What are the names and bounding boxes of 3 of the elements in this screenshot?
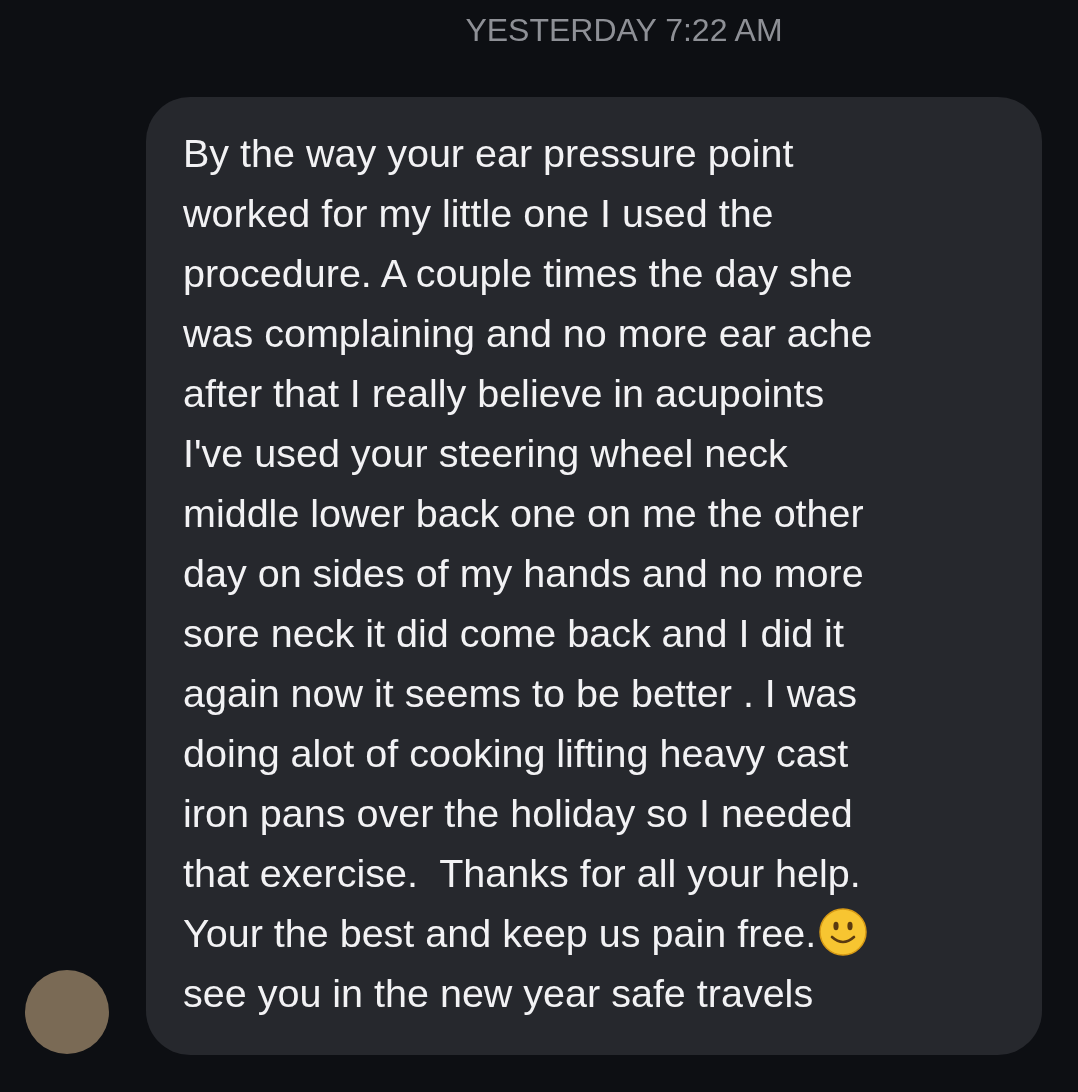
message-text: By the way your ear pressure point worked for my little one I used the procedure. A couple times the day she was complaining and no more ear ache after that I really believe in acupoints I've used your steering wheel neck middle lower back one on me the other day on sides of my hands and no more sore neck it did come back and I did it again now it seems to be better . I was doing alot of cooking lifting heavy cast iron pans over the holiday so I needed that exercise. Thanks for all your help. Your the best and keep us pain free. see you in the new year safe travels [183, 130, 874, 1017]
smiley-icon [818, 907, 869, 957]
message-timestamp: YESTERDAY 7:22 AM [464, 11, 784, 50]
